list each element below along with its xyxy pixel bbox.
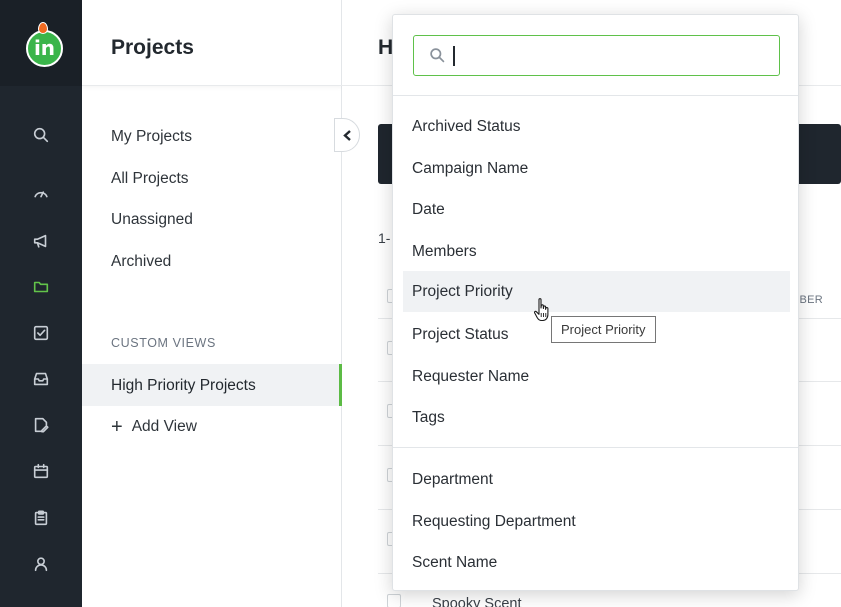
logo-flame-icon [38, 22, 48, 34]
table-row-name[interactable]: Spooky Scent [432, 596, 521, 607]
chevron-left-icon [342, 129, 351, 141]
projects-panel: Projects My Projects All Projects Unassi… [82, 0, 342, 607]
option-archived-status[interactable]: Archived Status [403, 106, 790, 147]
option-project-priority[interactable]: Project Priority [403, 271, 790, 312]
brand-area: in [0, 0, 82, 86]
plus-icon: + [111, 416, 123, 438]
megaphone-icon[interactable] [30, 230, 52, 252]
option-label: Project Status [412, 326, 509, 343]
custom-views-heading: CUSTOM VIEWS [111, 336, 216, 350]
option-label: Scent Name [412, 554, 498, 571]
inbox-icon[interactable] [30, 368, 52, 390]
option-scent-name[interactable]: Scent Name [403, 542, 790, 583]
text-caret [453, 46, 455, 66]
add-view-label: Add View [131, 418, 197, 435]
option-label: Requester Name [412, 368, 530, 385]
search-input[interactable] [452, 43, 772, 67]
panel-title: Projects [111, 36, 194, 59]
option-tooltip: Project Priority [551, 316, 656, 343]
calendar-icon[interactable] [30, 460, 52, 482]
proof-icon[interactable] [30, 414, 52, 436]
custom-view-label: High Priority Projects [111, 377, 256, 394]
option-department[interactable]: Department [403, 459, 790, 500]
result-range: 1- [378, 230, 391, 246]
nav-unassigned[interactable]: Unassigned [111, 211, 193, 229]
option-label: Project Priority [412, 283, 513, 300]
add-view-button[interactable]: + Add View [111, 416, 197, 438]
hand-cursor-icon [533, 298, 549, 322]
field-picker-dropdown: Archived Status Campaign Name Date Membe… [392, 14, 799, 591]
page-title: H [378, 36, 394, 59]
option-campaign-name[interactable]: Campaign Name [403, 148, 790, 189]
app-logo[interactable]: in [26, 30, 63, 67]
nav-all-projects[interactable]: All Projects [111, 170, 189, 188]
clipboard-icon[interactable] [30, 507, 52, 529]
dropdown-divider [393, 95, 798, 96]
custom-view-high-priority[interactable]: High Priority Projects [82, 364, 342, 406]
icon-rail: in [0, 0, 82, 607]
option-label: Campaign Name [412, 160, 529, 177]
search-icon[interactable] [30, 124, 52, 146]
option-date[interactable]: Date [403, 189, 790, 230]
row-checkbox[interactable] [387, 594, 401, 607]
search-field[interactable] [413, 35, 780, 76]
option-members[interactable]: Members [403, 231, 790, 272]
panel-header: Projects [82, 0, 342, 86]
option-label: Department [412, 471, 493, 488]
option-label: Members [412, 243, 477, 260]
user-icon[interactable] [30, 553, 52, 575]
option-label: Date [412, 201, 445, 218]
nav-archived[interactable]: Archived [111, 253, 171, 271]
tasks-icon[interactable] [30, 322, 52, 344]
option-requester-name[interactable]: Requester Name [403, 356, 790, 397]
option-tags[interactable]: Tags [403, 397, 790, 438]
option-label: Requesting Department [412, 513, 576, 530]
folder-icon[interactable] [30, 276, 52, 298]
search-icon [430, 48, 445, 63]
option-label: Tags [412, 409, 445, 426]
dropdown-divider [393, 447, 798, 448]
nav-my-projects[interactable]: My Projects [111, 128, 192, 146]
option-requesting-department[interactable]: Requesting Department [403, 501, 790, 542]
option-label: Archived Status [412, 118, 521, 135]
dashboard-icon[interactable] [30, 182, 52, 204]
